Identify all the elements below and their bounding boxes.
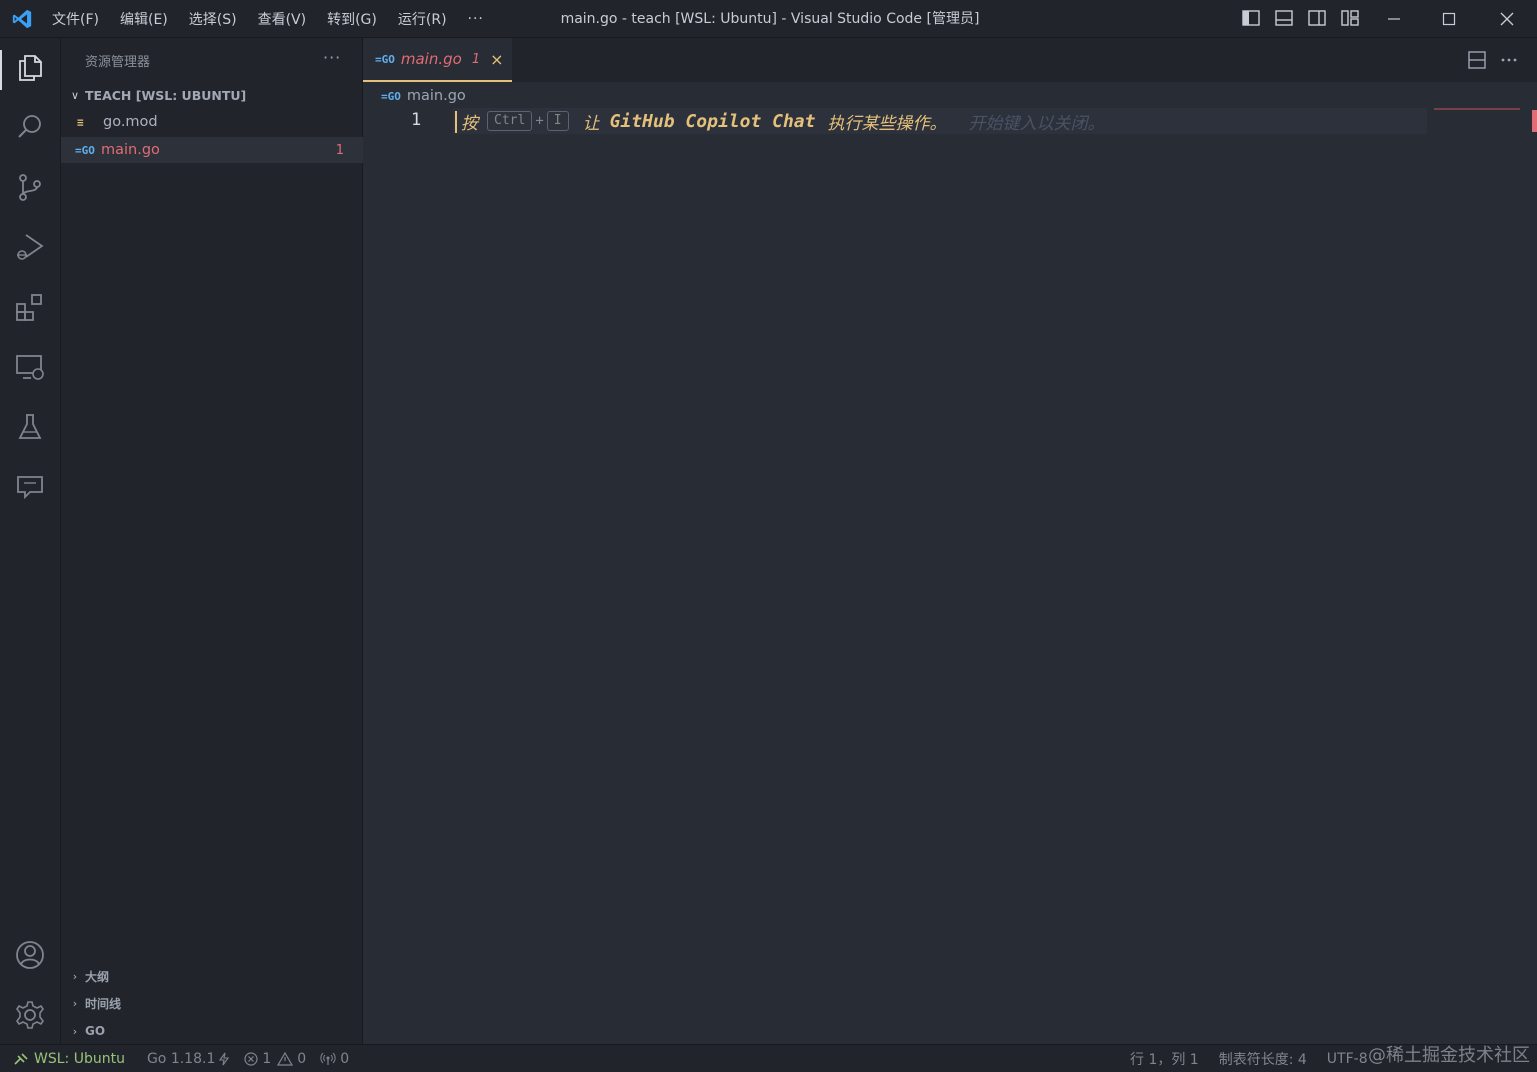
- sidebar-more-button[interactable]: ···: [323, 48, 341, 67]
- chat-icon[interactable]: [13, 470, 47, 504]
- lightning-icon: [219, 1052, 230, 1065]
- text-cursor: [455, 111, 457, 133]
- window-title: main.go - teach [WSL: Ubuntu] - Visual S…: [560, 11, 980, 27]
- customize-layout-icon[interactable]: [1340, 9, 1360, 27]
- section-label: 大纲: [85, 969, 110, 984]
- encoding[interactable]: UTF-8: [1327, 1051, 1368, 1067]
- editor-area: =GO main.go 1 × =GO main.go 1 按 Ctrl + I…: [363, 38, 1537, 1044]
- warning-count: 0: [297, 1050, 307, 1067]
- watermark: @稀土掘金技术社区: [1368, 1045, 1530, 1066]
- remote-explorer-icon[interactable]: [13, 350, 47, 384]
- toggle-secondary-sidebar-icon[interactable]: [1307, 9, 1327, 27]
- section-label: 时间线: [85, 996, 122, 1011]
- close-tab-icon[interactable]: ×: [490, 50, 503, 69]
- cursor-position[interactable]: 行 1，列 1: [1130, 1049, 1199, 1069]
- remote-indicator[interactable]: WSL: Ubuntu: [0, 1045, 147, 1072]
- menu-selection[interactable]: 选择(S): [189, 9, 237, 29]
- problems-indicator[interactable]: 1 0: [244, 1051, 306, 1067]
- tab-problem-badge: 1: [471, 51, 481, 67]
- file-item-go-mod[interactable]: ≡ go.mod: [61, 109, 363, 135]
- minimize-icon[interactable]: [1382, 8, 1406, 30]
- source-control-icon[interactable]: [13, 170, 47, 204]
- run-debug-icon[interactable]: [13, 230, 47, 264]
- toggle-panel-icon[interactable]: [1274, 9, 1294, 27]
- key-ctrl: Ctrl: [487, 111, 533, 131]
- file-name: main.go: [101, 142, 160, 158]
- menu-view[interactable]: 查看(V): [258, 9, 307, 29]
- go-section[interactable]: › GO: [61, 1019, 363, 1043]
- status-right: 行 1，列 1 制表符长度: 4 UTF-8: [1130, 1045, 1382, 1072]
- explorer-sidebar: 资源管理器 ··· ∨ TEACH [WSL: UBUNTU] ≡ go.mod…: [61, 38, 363, 1044]
- folder-name: TEACH [WSL: UBUNTU]: [85, 87, 247, 103]
- file-item-main-go[interactable]: =GO main.go 1: [61, 137, 363, 163]
- file-name: go.mod: [103, 114, 158, 130]
- sidebar-title: 资源管理器: [85, 55, 151, 70]
- editor-tabs: =GO main.go 1 ×: [363, 38, 1537, 82]
- minimap[interactable]: [1434, 108, 1520, 110]
- breadcrumb-item[interactable]: main.go: [407, 88, 466, 104]
- testing-icon[interactable]: [13, 410, 47, 444]
- go-file-icon: =GO: [375, 52, 395, 66]
- scrollbar-error-marker: [1532, 110, 1537, 132]
- ports-count: 0: [340, 1050, 350, 1067]
- timeline-section[interactable]: › 时间线: [61, 991, 363, 1015]
- menu-edit[interactable]: 编辑(E): [120, 9, 168, 29]
- section-label: GO: [85, 1024, 106, 1038]
- hint-product: GitHub Copilot Chat: [609, 110, 816, 132]
- line-number: 1: [411, 110, 422, 130]
- go-file-icon: =GO: [75, 143, 95, 157]
- title-bar: 文件(F) 编辑(E) 选择(S) 查看(V) 转到(G) 运行(R) ··· …: [0, 0, 1537, 38]
- outline-section[interactable]: › 大纲: [61, 964, 363, 988]
- chevron-down-icon: ∨: [70, 88, 80, 102]
- activity-bar: [0, 38, 61, 1044]
- toggle-primary-sidebar-icon[interactable]: [1241, 9, 1261, 27]
- chevron-right-icon: ›: [72, 969, 78, 983]
- hint-let: 让: [582, 113, 600, 134]
- go-version[interactable]: Go 1.18.1: [147, 1051, 230, 1067]
- remote-label: WSL: Ubuntu: [34, 1050, 125, 1067]
- warning-icon: [277, 1051, 294, 1066]
- breadcrumb: =GO main.go: [381, 86, 466, 106]
- hint-press: 按: [461, 113, 478, 134]
- problem-count-badge: 1: [335, 142, 344, 158]
- copilot-hint: 按 Ctrl + I 让 GitHub Copilot Chat 执行某些操作。…: [461, 108, 1104, 134]
- hint-dismiss: 开始键入以关闭。: [968, 113, 1105, 134]
- tab-size[interactable]: 制表符长度: 4: [1219, 1049, 1307, 1069]
- go-version-label: Go 1.18.1: [146, 1050, 216, 1067]
- account-icon[interactable]: [13, 938, 47, 972]
- key-plus: +: [535, 113, 544, 129]
- remote-icon: [14, 1052, 28, 1065]
- key-i: I: [546, 111, 569, 131]
- vscode-logo-icon: [12, 9, 32, 29]
- error-count: 1: [262, 1050, 272, 1067]
- chevron-right-icon: ›: [72, 996, 78, 1010]
- close-window-icon[interactable]: [1495, 8, 1519, 30]
- error-icon: [244, 1051, 258, 1066]
- ports-indicator[interactable]: 0: [320, 1051, 349, 1067]
- extensions-icon[interactable]: [13, 290, 47, 324]
- folder-section-header[interactable]: ∨ TEACH [WSL: UBUNTU]: [61, 84, 363, 106]
- explorer-icon[interactable]: [13, 50, 47, 84]
- go-mod-file-icon: ≡: [77, 115, 84, 129]
- search-icon[interactable]: [13, 110, 47, 144]
- tab-label: main.go: [400, 50, 462, 68]
- settings-gear-icon[interactable]: [13, 998, 47, 1032]
- menu-file[interactable]: 文件(F): [52, 9, 99, 29]
- active-indicator: [0, 50, 2, 90]
- split-editor-icon[interactable]: [1466, 49, 1488, 71]
- status-bar: WSL: Ubuntu Go 1.18.1 1 0 0 行 1，列 1 制表符长…: [0, 1044, 1537, 1072]
- chevron-right-icon: ›: [72, 1024, 78, 1038]
- menu-go[interactable]: 转到(G): [327, 9, 377, 29]
- go-file-icon: =GO: [381, 89, 401, 103]
- tab-main-go[interactable]: =GO main.go 1 ×: [363, 38, 512, 82]
- maximize-icon[interactable]: [1437, 8, 1461, 30]
- more-actions-icon[interactable]: [1498, 49, 1520, 71]
- broadcast-icon: [320, 1052, 336, 1065]
- hint-action: 执行某些操作。: [827, 113, 947, 134]
